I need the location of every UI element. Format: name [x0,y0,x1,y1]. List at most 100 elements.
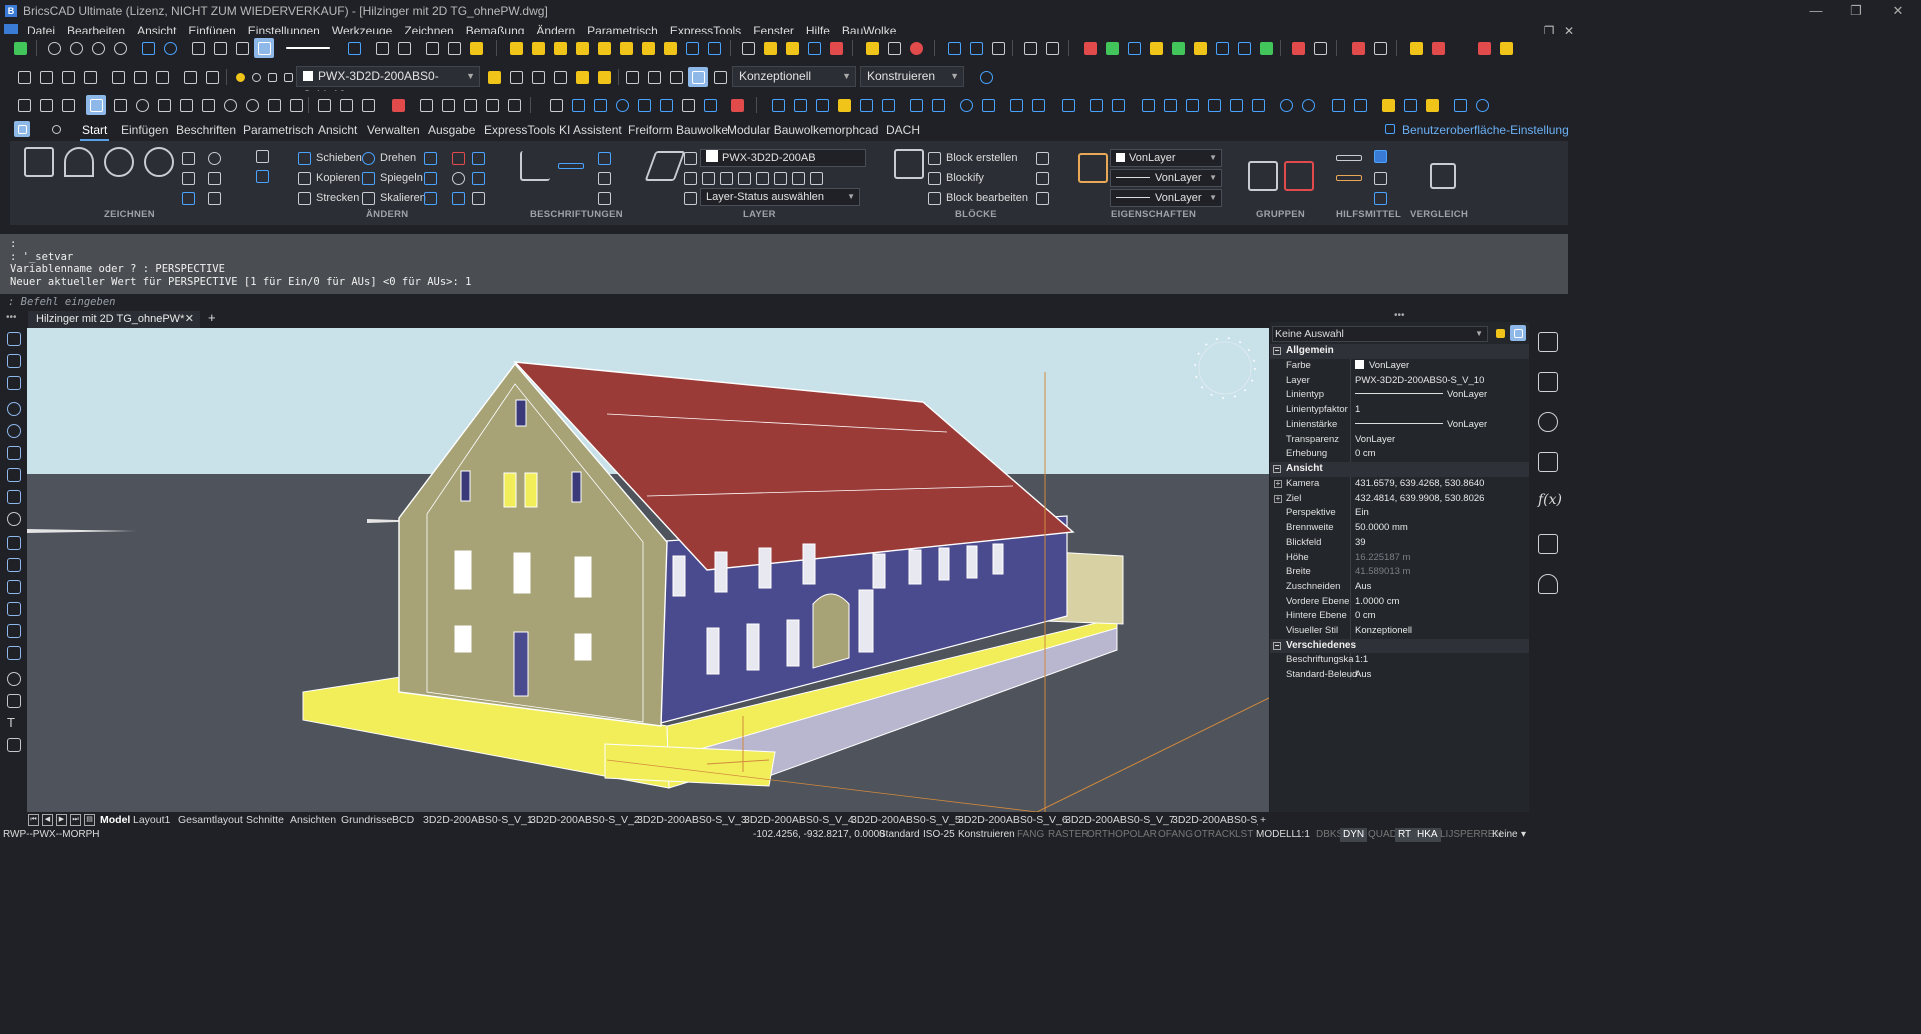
tab-morphcad[interactable]: morphcad [823,119,880,141]
parameters-icon[interactable]: f(x) [1538,492,1562,512]
layers-panel-icon[interactable] [1538,372,1558,392]
cloud-icon[interactable] [208,189,226,207]
print-icon[interactable] [130,67,150,87]
layer-tool-icon[interactable] [594,67,614,87]
lightbulb-icon[interactable] [232,67,248,87]
color-icon[interactable] [1190,38,1210,58]
last-tab-icon[interactable]: ⏭ [70,814,81,826]
tab-list-icon[interactable]: ••• [6,312,17,323]
record-icon[interactable] [906,38,926,58]
strecken-button[interactable]: Strecken [298,189,359,207]
save-icon[interactable] [58,67,78,87]
stairs-icon[interactable] [738,38,758,58]
status-workspace[interactable]: Konstruieren [955,828,1018,842]
tool-icon[interactable] [438,95,458,115]
pencil-icon[interactable] [198,95,218,115]
prop-row[interactable]: Vordere Ebene 1.0000 cm [1270,595,1529,610]
circle-icon[interactable] [7,402,21,416]
layer-manager-icon[interactable] [644,151,686,181]
layout-tab[interactable]: 3D2D-200ABS0-S_V_4 [740,812,858,828]
building-icon[interactable] [682,38,702,58]
tool-icon[interactable] [944,38,964,58]
snap-clear-icon[interactable] [727,95,747,115]
selection-dropdown[interactable]: Keine Auswahl ▼ [1272,326,1488,342]
tool-icon[interactable] [1472,95,1492,115]
array-icon[interactable] [424,149,442,167]
prop-row[interactable]: Beschriftungska 1:1 [1270,653,1529,668]
zoom-out-icon[interactable] [88,38,108,58]
named-views-icon[interactable] [394,38,414,58]
status-dim-style[interactable]: ISO-25 [920,828,958,842]
layout-tab[interactable]: Gesamtlayout [174,812,247,828]
wedge-icon[interactable] [7,646,21,660]
render-icon[interactable] [210,38,230,58]
visual-style-dropdown[interactable]: Konzeptionell ▼ [732,66,856,87]
tool-icon[interactable] [1400,95,1420,115]
tool-icon[interactable] [1378,95,1398,115]
ellipse-icon[interactable] [208,149,226,167]
status-menu-icon[interactable]: ▾ [1518,828,1529,842]
point-icon[interactable] [86,95,106,115]
tab-modular-bauwolke[interactable]: Modular Bauwolke [725,119,828,141]
tool-icon[interactable] [1042,38,1062,58]
circle-icon[interactable] [144,147,174,177]
tool-icon[interactable] [978,95,998,115]
bim-icon[interactable] [826,38,846,58]
add-layout-icon[interactable]: + [1256,812,1270,828]
publish-icon[interactable] [152,67,172,87]
tab-dach[interactable]: DACH [884,119,922,141]
select-filter-icon[interactable] [1374,189,1392,207]
tab-parametrisch[interactable]: Parametrisch [241,119,316,141]
tool-icon[interactable] [862,38,882,58]
table-icon[interactable] [598,189,616,207]
mirror-tool-icon[interactable] [256,167,274,185]
snap-icon[interactable] [568,95,588,115]
tab-beschriften[interactable]: Beschriften [174,119,238,141]
status-scale[interactable]: 1:1 [1293,828,1313,842]
blockify-button[interactable]: Blockify [928,169,984,187]
measure-icon[interactable] [1336,149,1367,167]
section-ansicht[interactable]: − Ansicht [1270,462,1529,477]
pencil-icon[interactable] [7,468,21,482]
region-icon[interactable] [7,672,21,686]
schieben-button[interactable]: Schieben [298,149,362,167]
rectangle-icon[interactable] [7,376,21,390]
save-as-icon[interactable] [80,67,100,87]
tool-icon[interactable] [416,95,436,115]
tool-icon[interactable] [1298,95,1318,115]
extend-icon[interactable] [336,95,356,115]
mirror-icon[interactable] [1006,95,1026,115]
tool-icon[interactable] [1370,38,1390,58]
prop-row[interactable]: Transparenz VonLayer [1270,433,1529,448]
snap-icon[interactable] [546,95,566,115]
construction-line-icon[interactable] [58,95,78,115]
color-icon[interactable] [1146,38,1166,58]
tool-icon[interactable] [966,38,986,58]
offset-icon[interactable] [452,169,470,187]
copy-icon[interactable] [790,95,810,115]
layer-dropdown[interactable]: PWX-3D2D-200ABS0-S_V_10▼ [296,66,480,102]
view-icon[interactable] [188,38,208,58]
point-icon[interactable] [7,512,21,526]
document-tab[interactable]: Hilzinger mit 2D TG_ohnePW* ✕ [28,311,200,328]
status-ofang[interactable]: OFANG [1155,828,1196,842]
layout-tab[interactable]: 3D2D-200ABS0-S_V_1 [419,812,537,828]
layout-tab[interactable]: Ansichten [286,812,340,828]
tool-icon[interactable] [988,38,1008,58]
ui-settings-link[interactable]: Benutzeroberfläche-Einstellungen [1400,119,1584,141]
layer-tool-icon[interactable] [572,67,592,87]
tab-einfuegen[interactable]: Einfügen [119,119,170,141]
mirror-icon[interactable] [1028,95,1048,115]
prop-row[interactable]: Linientypfaktor 1 [1270,403,1529,418]
workspace-dropdown[interactable]: Konstruieren ▼ [860,66,964,87]
block-bearbeiten-button[interactable]: Block bearbeiten [928,189,1028,207]
status-rt[interactable]: RT [1395,828,1415,842]
color-icon[interactable] [1234,38,1254,58]
bim-icon[interactable] [804,38,824,58]
filter-icon[interactable] [1492,325,1508,341]
layout-icon[interactable] [422,38,442,58]
zoom-in-icon[interactable] [66,38,86,58]
polygon-icon[interactable] [176,95,196,115]
prop-row[interactable]: Visueller Stil Konzeptionell [1270,624,1529,639]
tool-icon[interactable] [878,95,898,115]
